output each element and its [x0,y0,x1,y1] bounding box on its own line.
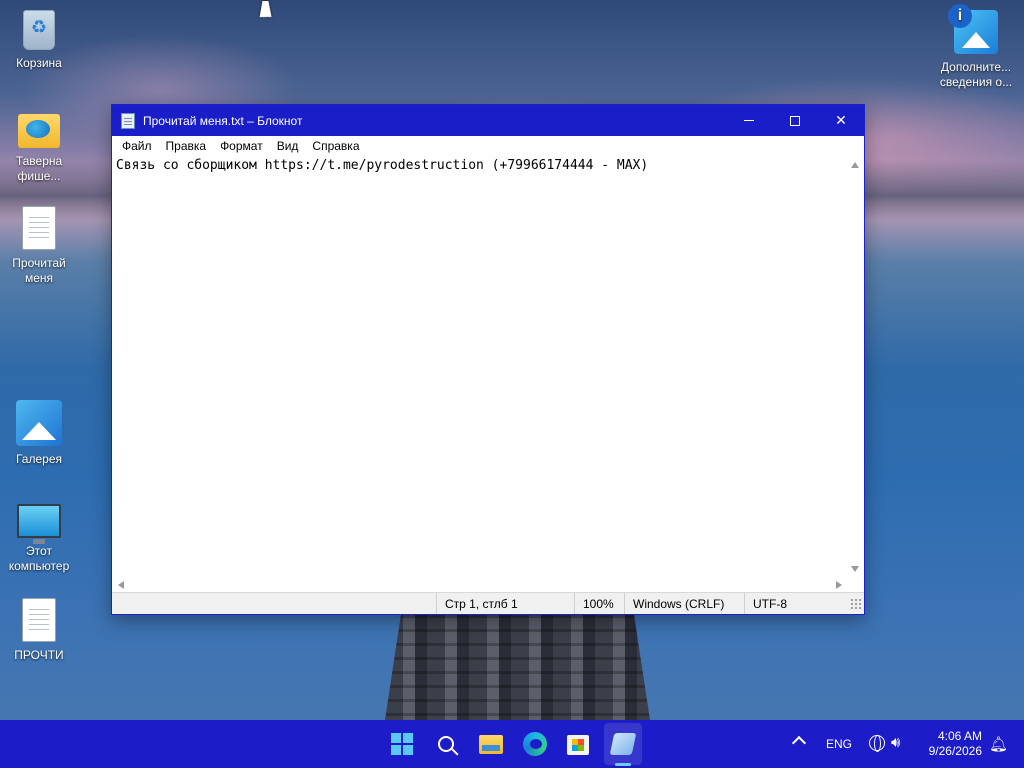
minimize-button[interactable] [726,105,772,136]
menubar: Файл Правка Формат Вид Справка [112,136,864,156]
active-app-indicator [615,763,631,766]
desktop-icon-label: Корзина [16,56,62,70]
menu-file[interactable]: Файл [115,139,159,153]
desktop-icon-label: Дополните... сведения о... [939,60,1013,89]
mouse-cursor-icon [259,1,275,17]
status-bar: Стр 1, стлб 1 100% Windows (CRLF) UTF-8 [112,592,864,614]
maximize-button[interactable] [772,105,818,136]
edge-icon [523,732,547,756]
desktop-icon-gallery[interactable]: Галерея [1,400,77,467]
start-icon [391,733,413,755]
notepad-window: Прочитай меня.txt – Блокнот ✕ Файл Правк… [111,104,865,615]
close-button[interactable]: ✕ [818,105,864,136]
store-button[interactable] [562,728,594,760]
search-icon [438,736,454,752]
status-line-ending: Windows (CRLF) [624,593,744,614]
recycle-bin-icon [23,10,55,50]
status-spacer [112,593,436,614]
status-zoom: 100% [574,593,624,614]
desktop-icon-label: ПРОЧТИ [14,648,64,662]
menu-view[interactable]: Вид [270,139,306,153]
desktop-icon-this-pc[interactable]: Этот компьютер [1,500,77,574]
search-button[interactable] [430,728,462,760]
edge-button[interactable] [519,728,551,760]
wallpaper-pier [385,615,650,720]
notepad-icon [121,112,135,129]
text-document-icon [22,598,56,642]
volume-icon[interactable]: 🔊︎ [891,734,900,751]
desktop-icon-recycle-bin[interactable]: Корзина [1,10,77,71]
file-explorer-icon [479,734,503,754]
status-encoding: UTF-8 [744,593,850,614]
taskbar: ENG 🔊︎ 4:06 AM 9/26/2026 🔔︎ [0,720,1024,768]
window-title: Прочитай меня.txt – Блокнот [143,113,303,128]
notepad-taskbar-button[interactable] [607,728,639,760]
desktop-icon-label: Галерея [15,452,63,466]
close-icon: ✕ [835,112,847,128]
resize-grip-icon[interactable] [850,597,862,610]
desktop-icon-label: Этот компьютер [8,544,70,573]
minimize-icon [744,120,754,121]
show-hidden-icons-chevron-up-icon[interactable] [791,735,807,751]
menu-help[interactable]: Справка [305,139,366,153]
menu-format[interactable]: Формат [213,139,270,153]
computer-icon [17,504,61,544]
input-language[interactable]: ENG [826,737,852,751]
titlebar[interactable]: Прочитай меня.txt – Блокнот ✕ [112,105,864,136]
scroll-up-icon[interactable] [851,162,859,168]
text-document-icon [22,206,56,250]
horizontal-scrollbar[interactable] [112,578,848,593]
menu-edit[interactable]: Правка [159,139,214,153]
network-globe-icon[interactable] [869,735,885,752]
file-explorer-button[interactable] [475,728,507,760]
desktop-icon-readme[interactable]: Прочитай меня [1,206,77,286]
desktop-icon-label: Прочитай меня [12,256,66,285]
scroll-down-icon[interactable] [851,566,859,572]
desktop-icon-info[interactable]: Дополните... сведения о... [938,4,1014,90]
gallery-icon [16,400,62,446]
desktop-icon-folder[interactable]: Таверна фише... [1,108,77,184]
notifications-bell-icon[interactable]: 🔔︎ [989,735,1008,753]
scroll-right-icon[interactable] [836,581,842,589]
store-icon [567,735,589,755]
desktop-icon-prochti[interactable]: ПРОЧТИ [1,598,77,663]
vertical-scrollbar[interactable] [847,156,864,578]
clock[interactable]: 4:06 AM 9/26/2026 [920,729,982,759]
start-button[interactable] [386,728,418,760]
scroll-left-icon[interactable] [118,581,124,589]
desktop-icon-label: Таверна фише... [15,154,63,183]
clock-time: 4:06 AM [937,729,982,743]
notepad-icon [609,733,637,755]
maximize-icon [790,115,800,126]
scrollbar-corner [847,578,864,593]
status-cursor-position: Стр 1, стлб 1 [436,593,574,614]
folder-icon [18,114,60,148]
clock-date: 9/26/2026 [928,744,982,758]
info-icon [948,4,998,54]
text-editor[interactable]: Связь со сборщиком https://t.me/pyrodest… [112,156,848,578]
